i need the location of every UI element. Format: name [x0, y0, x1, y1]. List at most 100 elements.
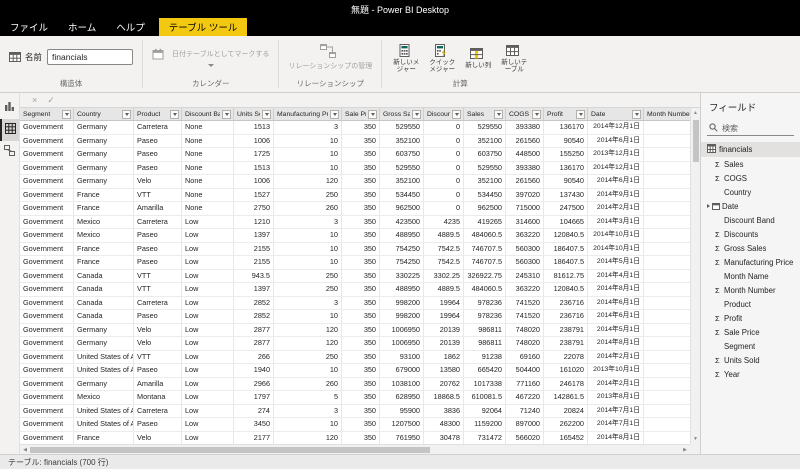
table-cell[interactable]: France: [74, 202, 134, 215]
table-cell[interactable]: 352100: [380, 175, 424, 188]
field-item-segment[interactable]: Segment: [701, 339, 800, 353]
table-cell[interactable]: 741520: [506, 310, 544, 323]
table-cell[interactable]: 484060.5: [464, 283, 506, 296]
table-cell[interactable]: Germany: [74, 161, 134, 174]
table-cell[interactable]: 2014年7月1日: [588, 404, 644, 417]
table-cell[interactable]: Low: [182, 283, 234, 296]
table-cell[interactable]: 2177: [234, 431, 274, 444]
table-cell[interactable]: 22078: [544, 350, 588, 363]
table-cell[interactable]: Government: [20, 242, 74, 255]
table-cell[interactable]: 142861.5: [544, 391, 588, 404]
table-cell[interactable]: 2013年10月1日: [588, 364, 644, 377]
table-cell[interactable]: 2014年8月1日: [588, 431, 644, 444]
table-cell[interactable]: 350: [342, 121, 380, 134]
table-cell[interactable]: 350: [342, 296, 380, 309]
table-cell[interactable]: 978236: [464, 310, 506, 323]
table-cell[interactable]: 262200: [544, 418, 588, 431]
table-cell[interactable]: 419265: [464, 215, 506, 228]
column-header-product[interactable]: Product: [134, 108, 182, 120]
table-cell[interactable]: 330225: [380, 269, 424, 282]
table-cell[interactable]: 3: [274, 404, 342, 417]
table-cell[interactable]: 90540: [544, 175, 588, 188]
table-cell[interactable]: 560300: [506, 242, 544, 255]
table-cell[interactable]: Low: [182, 242, 234, 255]
table-cell[interactable]: 0: [424, 161, 464, 174]
table-cell[interactable]: 2014年2月1日: [588, 202, 644, 215]
table-cell[interactable]: 236716: [544, 296, 588, 309]
table-cell[interactable]: 7542.5: [424, 256, 464, 269]
table-cell[interactable]: 529550: [380, 121, 424, 134]
table-cell[interactable]: Low: [182, 229, 234, 242]
table-cell[interactable]: Germany: [74, 323, 134, 336]
field-item-product[interactable]: Product: [701, 297, 800, 311]
table-cell[interactable]: 350: [342, 337, 380, 350]
table-cell[interactable]: 90540: [544, 134, 588, 147]
table-cell[interactable]: 2014年8月1日: [588, 337, 644, 350]
table-cell[interactable]: 1862: [424, 350, 464, 363]
table-cell[interactable]: Low: [182, 215, 234, 228]
table-cell[interactable]: 137430: [544, 188, 588, 201]
table-cell[interactable]: 350: [342, 377, 380, 390]
table-cell[interactable]: 4: [644, 270, 690, 283]
table-cell[interactable]: 467220: [506, 391, 544, 404]
table-cell[interactable]: 350: [342, 404, 380, 417]
table-cell[interactable]: Government: [20, 202, 74, 215]
table-cell[interactable]: None: [182, 202, 234, 215]
table-cell[interactable]: Canada: [74, 269, 134, 282]
table-cell[interactable]: 93100: [380, 350, 424, 363]
table-cell[interactable]: Velo: [134, 175, 182, 188]
table-cell[interactable]: 4889.5: [424, 229, 464, 242]
table-cell[interactable]: 9: [644, 189, 690, 202]
menu-home[interactable]: ホーム: [58, 18, 106, 36]
table-cell[interactable]: 350: [342, 175, 380, 188]
table-cell[interactable]: Carretera: [134, 215, 182, 228]
table-cell[interactable]: 350: [342, 269, 380, 282]
table-cell[interactable]: 10: [274, 256, 342, 269]
table-cell[interactable]: 2014年2月1日: [588, 377, 644, 390]
table-cell[interactable]: 2852: [234, 310, 274, 323]
cancel-icon[interactable]: ×: [32, 95, 37, 105]
table-cell[interactable]: 350: [342, 202, 380, 215]
table-cell[interactable]: 350: [342, 242, 380, 255]
table-cell[interactable]: 3: [644, 216, 690, 229]
table-cell[interactable]: Germany: [74, 175, 134, 188]
table-cell[interactable]: 748020: [506, 337, 544, 350]
column-header-gross-sales[interactable]: Gross Sales: [380, 108, 424, 120]
scroll-left-icon[interactable]: ◀: [20, 447, 30, 453]
column-header-profit[interactable]: Profit: [544, 108, 588, 120]
field-item-units-sold[interactable]: Σ Units Sold: [701, 353, 800, 367]
table-cell[interactable]: Low: [182, 337, 234, 350]
filter-dropdown-icon[interactable]: [222, 109, 231, 119]
table-cell[interactable]: 504400: [506, 364, 544, 377]
table-cell[interactable]: 560300: [506, 256, 544, 269]
table-cell[interactable]: None: [182, 188, 234, 201]
table-cell[interactable]: Government: [20, 175, 74, 188]
table-cell[interactable]: Government: [20, 296, 74, 309]
table-cell[interactable]: 4235: [424, 215, 464, 228]
table-cell[interactable]: 250: [274, 283, 342, 296]
table-cell[interactable]: Paseo: [134, 310, 182, 323]
table-cell[interactable]: 2014年4月1日: [588, 269, 644, 282]
table-cell[interactable]: 81612.75: [544, 269, 588, 282]
table-cell[interactable]: Paseo: [134, 418, 182, 431]
table-cell[interactable]: 0: [424, 148, 464, 161]
table-cell[interactable]: 266: [234, 350, 274, 363]
table-cell[interactable]: 986811: [464, 323, 506, 336]
table-cell[interactable]: Low: [182, 310, 234, 323]
scroll-right-icon[interactable]: ▶: [680, 447, 690, 453]
commit-icon[interactable]: ✓: [47, 95, 55, 106]
table-cell[interactable]: 2014年3月1日: [588, 215, 644, 228]
column-header-discount-band[interactable]: Discount Band: [182, 108, 234, 120]
table-cell[interactable]: 7: [644, 418, 690, 431]
table-cell[interactable]: 0: [424, 202, 464, 215]
table-cell[interactable]: 20139: [424, 337, 464, 350]
table-cell[interactable]: 6: [644, 175, 690, 188]
table-cell[interactable]: None: [182, 161, 234, 174]
table-cell[interactable]: 393380: [506, 121, 544, 134]
table-cell[interactable]: Government: [20, 431, 74, 444]
table-cell[interactable]: VTT: [134, 350, 182, 363]
table-cell[interactable]: 2852: [234, 296, 274, 309]
report-view-button[interactable]: [0, 97, 19, 119]
table-cell[interactable]: 2014年10月1日: [588, 242, 644, 255]
table-cell[interactable]: 120: [274, 431, 342, 444]
